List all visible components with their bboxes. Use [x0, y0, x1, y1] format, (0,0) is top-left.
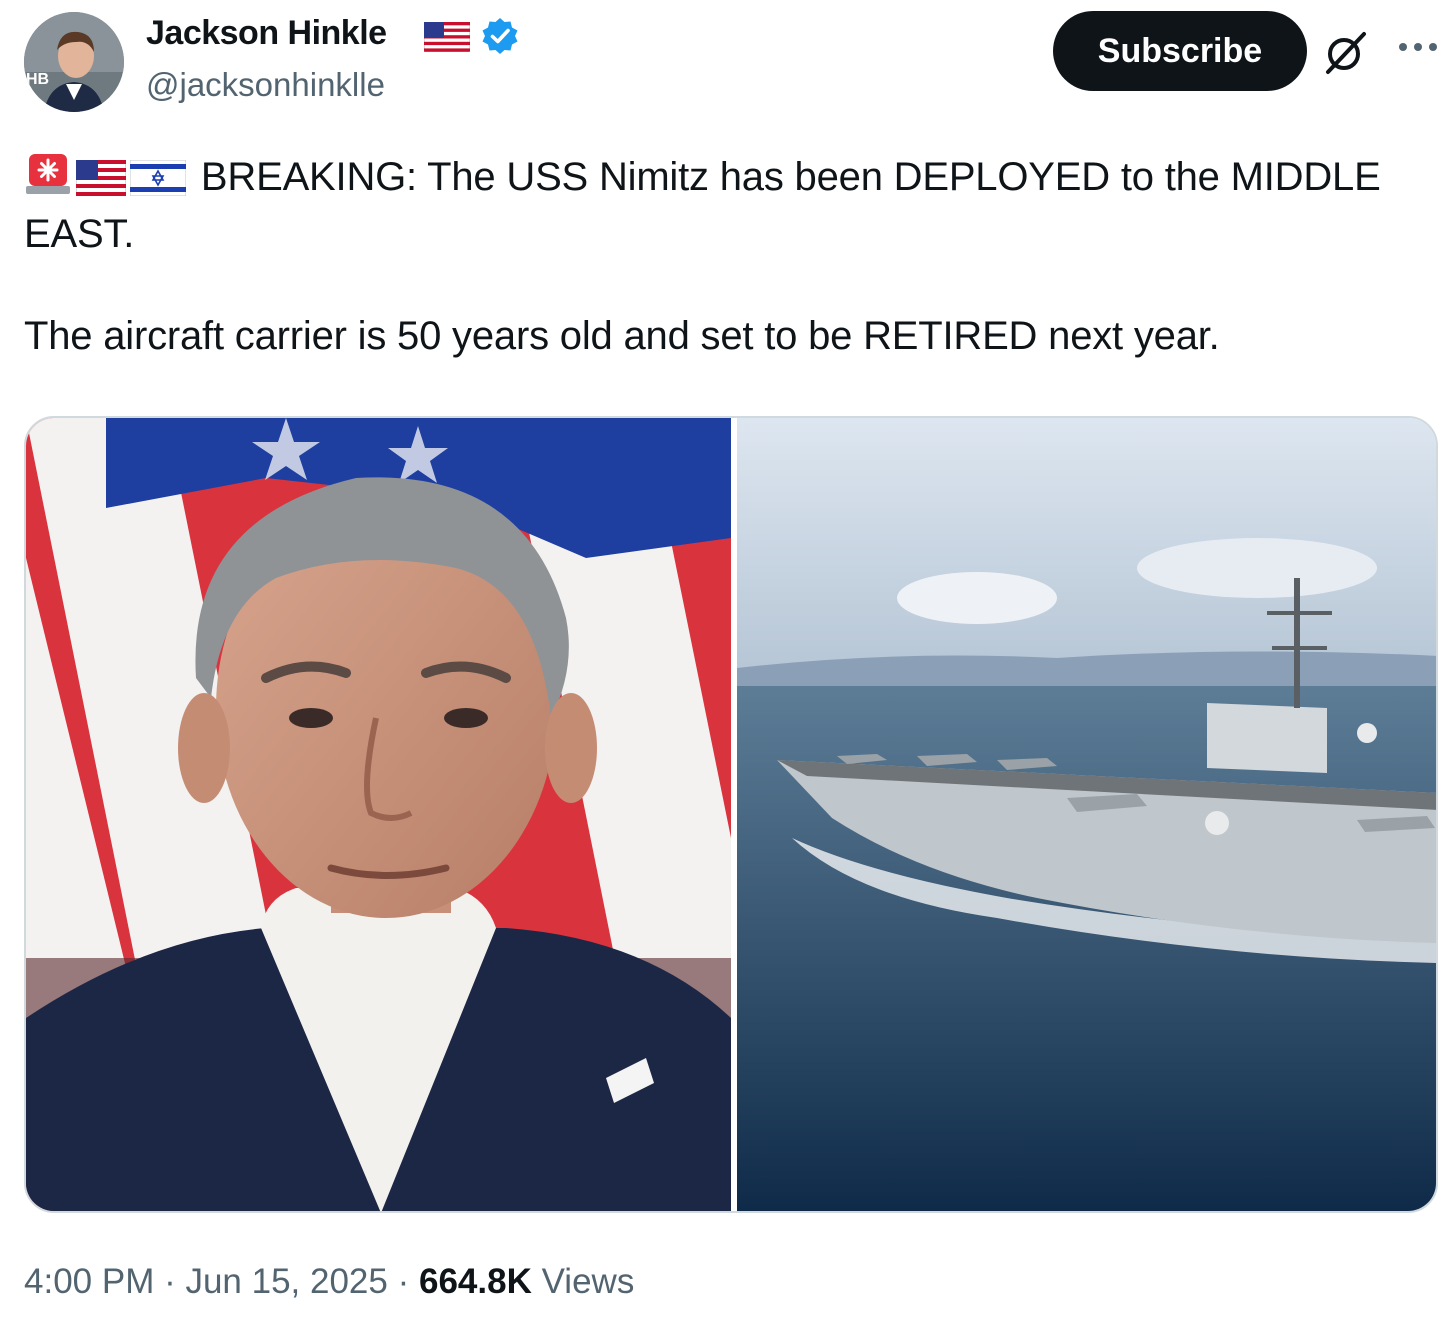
- svg-text:HB: HB: [26, 71, 49, 88]
- us-flag-icon: [423, 21, 471, 57]
- meta-separator: ·: [387, 1262, 419, 1301]
- tweet-line-2: The aircraft carrier is 50 years old and…: [24, 314, 1220, 358]
- tweet-date[interactable]: Jun 15, 2025: [185, 1262, 387, 1301]
- meta-separator: ·: [154, 1262, 186, 1301]
- aircraft-carrier-photo[interactable]: [737, 418, 1436, 1211]
- us-flag-icon: [75, 158, 127, 209]
- views-count: 664.8K: [418, 1262, 532, 1301]
- portrait-photo[interactable]: [26, 418, 731, 1211]
- siren-icon: [24, 152, 72, 209]
- tweet-meta: 4:00 PM · Jun 15, 2025 · 664.8K Views: [24, 1262, 634, 1302]
- tweet-paragraph-1: BREAKING: The USS Nimitz has been DEPLOY…: [24, 152, 1404, 260]
- israel-flag-icon: [129, 158, 187, 209]
- grok-icon[interactable]: [1322, 28, 1370, 81]
- tweet-text: BREAKING: The USS Nimitz has been DEPLOY…: [24, 152, 1404, 362]
- more-icon[interactable]: [1398, 40, 1438, 58]
- subscribe-button[interactable]: Subscribe: [1053, 11, 1307, 91]
- avatar[interactable]: HB: [24, 12, 124, 112]
- author-name[interactable]: Jackson Hinkle: [146, 14, 387, 53]
- tweet-line-1: BREAKING: The USS Nimitz has been DEPLOY…: [24, 155, 1381, 256]
- author-handle[interactable]: @jacksonhinklle: [146, 66, 385, 104]
- media-grid: [24, 416, 1438, 1213]
- views-label: Views: [541, 1262, 635, 1301]
- verified-badge-icon[interactable]: [480, 16, 520, 61]
- tweet-time[interactable]: 4:00 PM: [24, 1262, 154, 1301]
